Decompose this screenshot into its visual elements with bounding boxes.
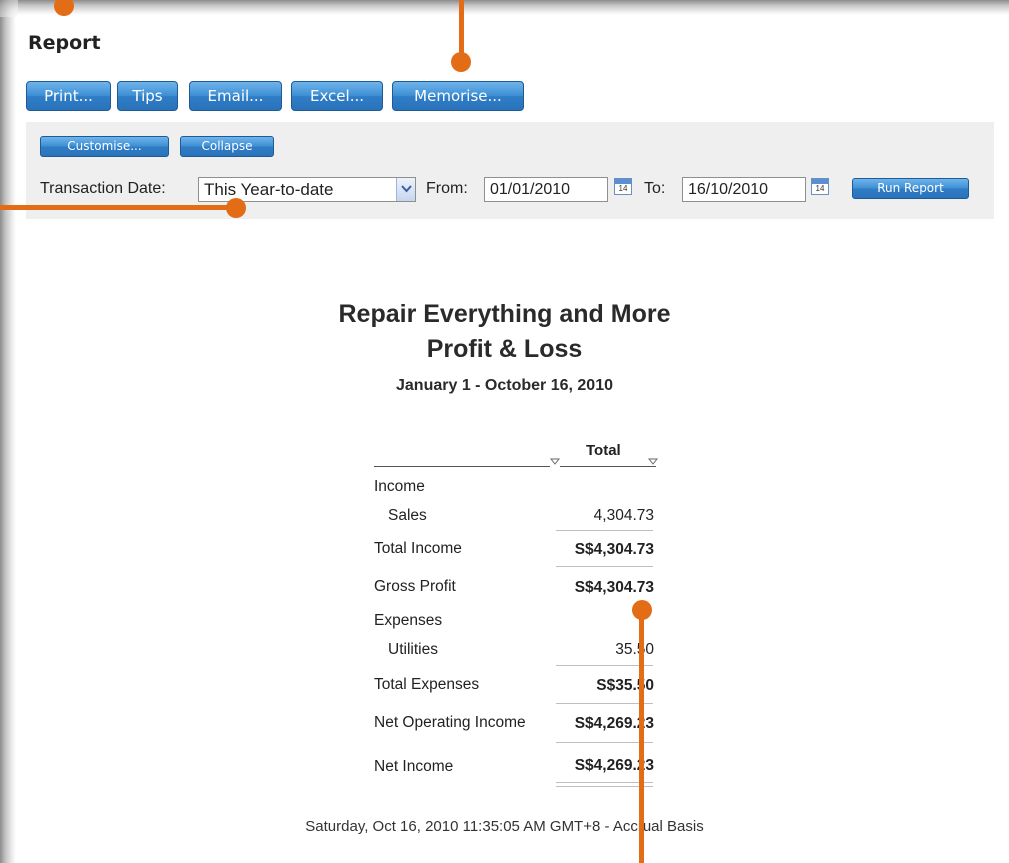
row-value-utilities[interactable]: 35.50 <box>615 641 654 659</box>
transaction-date-label: Transaction Date: <box>40 180 166 197</box>
window-frame-top <box>0 0 1009 15</box>
email-button[interactable]: Email... <box>189 81 282 111</box>
row-label-net-operating-income: Net Operating Income <box>374 714 526 731</box>
customise-button[interactable]: Customise... <box>40 136 169 157</box>
row-label-net-income: Net Income <box>374 758 454 775</box>
row-label-total-income: Total Income <box>374 540 462 557</box>
company-name: Repair Everything and More <box>338 300 671 328</box>
run-report-button[interactable]: Run Report <box>852 178 969 199</box>
sort-triangle-icon[interactable] <box>648 458 658 465</box>
row-label-total-expenses: Total Expenses <box>374 676 480 693</box>
row-divider <box>556 530 653 531</box>
row-label-expenses: Expenses <box>374 612 443 629</box>
to-date-input[interactable]: 16/10/2010 <box>682 177 806 202</box>
report-period: January 1 - October 16, 2010 <box>396 377 613 394</box>
to-label: To: <box>644 180 666 197</box>
excel-button[interactable]: Excel... <box>291 81 383 111</box>
row-value-gross-profit[interactable]: S$4,304.73 <box>575 579 654 597</box>
row-label-utilities: Utilities <box>388 641 438 658</box>
header-underline <box>374 466 550 467</box>
report-footer: Saturday, Oct 16, 2010 11:35:05 AM GMT+8… <box>305 818 704 835</box>
tips-button[interactable]: Tips <box>117 81 178 111</box>
row-value-total-expenses[interactable]: S$35.50 <box>596 677 654 695</box>
window-frame-left <box>0 0 16 863</box>
callout-dot <box>226 198 246 218</box>
report-name: Profit & Loss <box>426 335 583 363</box>
row-label-gross-profit: Gross Profit <box>374 578 456 595</box>
row-label-sales: Sales <box>388 507 427 524</box>
header-underline <box>560 466 656 467</box>
window-frame-corner <box>0 0 18 17</box>
page-title: Report <box>28 32 101 54</box>
print-button[interactable]: Print... <box>26 81 111 111</box>
column-header-total[interactable]: Total <box>586 442 621 459</box>
callout-line <box>639 610 644 863</box>
from-date-input[interactable]: 01/01/2010 <box>484 177 608 202</box>
row-divider <box>556 566 653 567</box>
callout-dot <box>632 600 652 620</box>
sort-triangle-icon[interactable] <box>550 458 560 465</box>
chevron-down-icon[interactable] <box>396 178 415 201</box>
calendar-icon[interactable]: 14 <box>614 178 632 195</box>
row-value-total-income[interactable]: S$4,304.73 <box>575 541 654 559</box>
callout-dot <box>451 52 471 72</box>
collapse-button[interactable]: Collapse <box>180 136 274 157</box>
callout-line <box>459 0 464 55</box>
callout-line <box>0 205 236 210</box>
row-value-sales[interactable]: 4,304.73 <box>594 507 654 525</box>
transaction-date-value: This Year-to-date <box>204 180 334 199</box>
row-label-income: Income <box>374 478 425 495</box>
calendar-icon[interactable]: 14 <box>811 178 829 195</box>
from-label: From: <box>426 180 468 197</box>
memorise-button[interactable]: Memorise... <box>392 81 524 111</box>
